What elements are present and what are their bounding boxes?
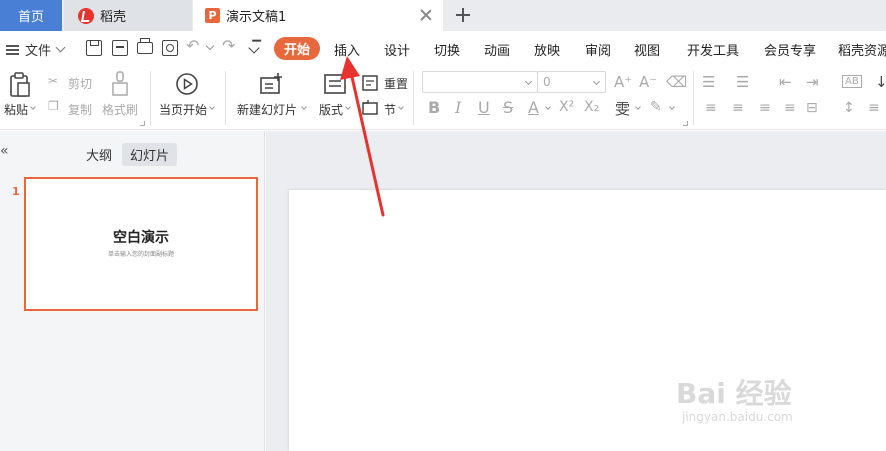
play-from-current-icon[interactable] <box>175 72 199 96</box>
print-preview-icon[interactable] <box>162 40 178 56</box>
hamburger-icon <box>6 44 19 55</box>
paste-label[interactable]: 粘贴 <box>4 101 28 118</box>
bold-icon[interactable]: B <box>428 98 440 117</box>
tab-member[interactable]: 会员专享 <box>764 40 816 59</box>
file-menu-label: 文件 <box>25 44 52 59</box>
font-color-dropdown-icon[interactable] <box>545 104 551 110</box>
new-slide-icon[interactable] <box>259 72 285 96</box>
from-current-dropdown-icon[interactable] <box>209 104 215 110</box>
increase-font-icon[interactable]: A⁺ <box>614 73 632 91</box>
tab-home-ribbon[interactable]: 开始 <box>274 37 321 60</box>
tab-slideshow[interactable]: 放映 <box>534 40 560 59</box>
copy-icon[interactable]: ❐ <box>48 99 59 113</box>
superscript-icon[interactable]: X² <box>559 99 574 115</box>
decrease-indent-icon[interactable]: ⇤ <box>779 73 792 91</box>
close-tab-icon[interactable] <box>419 8 433 22</box>
export-icon[interactable] <box>112 40 128 56</box>
tab-daoke[interactable]: 稻壳 <box>64 0 192 31</box>
thumbnail-title: 空白演示 <box>113 230 169 246</box>
tab-bar: 首页 稻壳 P 演示文稿1 <box>0 0 886 31</box>
font-size-value: 0 <box>543 75 551 89</box>
align-left-icon[interactable]: ≡ <box>705 100 717 116</box>
justify-icon[interactable]: ≡ <box>784 100 796 116</box>
sort-icon[interactable]: ↓ <box>875 73 886 91</box>
tab-view[interactable]: 视图 <box>634 40 660 59</box>
decrease-font-icon[interactable]: A⁻ <box>639 73 657 91</box>
undo-icon[interactable]: ↶ <box>186 36 208 55</box>
chevron-down-icon <box>55 42 66 53</box>
clipboard-group-expand-icon[interactable] <box>140 121 145 126</box>
save-icon[interactable] <box>86 40 102 56</box>
paste-dropdown-icon[interactable] <box>30 104 36 110</box>
cut-label[interactable]: 剪切 <box>68 75 92 92</box>
daoke-logo-icon <box>78 7 94 24</box>
watermark-logo: Bai 经验 <box>676 377 792 410</box>
highlight-icon[interactable]: ✎ <box>650 99 662 115</box>
ribbon: 粘贴 ✂ 剪切 ❐ 复制 格式刷 当页开始 新建幻灯片 版式 重置 节 0 A⁺… <box>0 67 886 130</box>
print-icon[interactable] <box>137 38 153 54</box>
tab-animation[interactable]: 动画 <box>484 40 510 59</box>
slides-tab[interactable]: 幻灯片 <box>122 143 178 166</box>
font-color-icon[interactable]: A <box>528 98 539 117</box>
increase-indent-icon[interactable]: ⇥ <box>806 73 819 91</box>
chevron-down-icon <box>524 77 533 86</box>
annotation-arrow-icon <box>340 56 385 217</box>
highlight-dropdown-icon[interactable] <box>669 104 675 110</box>
font-size-select[interactable]: 0 <box>537 71 606 93</box>
align-center-icon[interactable]: ≡ <box>732 100 744 116</box>
format-painter-label[interactable]: 格式刷 <box>102 101 138 118</box>
presentation-icon: P <box>205 8 220 23</box>
tab-daoke-resources[interactable]: 稻壳资源 <box>838 40 886 59</box>
phonetic-dropdown-icon[interactable] <box>635 104 641 110</box>
font-group-expand-icon[interactable] <box>683 121 688 126</box>
redo-icon[interactable]: ↷ <box>222 36 244 55</box>
underline-icon[interactable]: U <box>478 98 490 117</box>
italic-icon[interactable]: I <box>455 98 461 117</box>
from-current-label[interactable]: 当页开始 <box>159 101 207 118</box>
file-menu-button[interactable]: 文件 <box>6 40 66 59</box>
tab-review[interactable]: 审阅 <box>585 40 611 59</box>
subscript-icon[interactable]: X₂ <box>584 99 599 115</box>
menu-row: 文件 ↶ ↷ 开始 插入 设计 切换 动画 放映 审阅 视图 开发工具 会员专享… <box>0 31 886 67</box>
collapse-pane-icon[interactable]: « <box>0 143 9 159</box>
slide-thumbnail[interactable]: 空白演示 单击输入您的封面副标题 <box>24 177 258 311</box>
tab-document-label: 演示文稿1 <box>226 10 287 25</box>
paste-icon[interactable] <box>9 72 31 98</box>
watermark-url: jingyan.baidu.com <box>682 410 793 424</box>
tab-developer[interactable]: 开发工具 <box>687 40 739 59</box>
format-painter-icon[interactable] <box>110 71 130 97</box>
copy-label[interactable]: 复制 <box>68 101 92 118</box>
phonetic-guide-icon[interactable]: 雯 <box>615 98 630 119</box>
new-slide-label[interactable]: 新建幻灯片 <box>237 101 297 118</box>
tab-daoke-label: 稻壳 <box>100 10 127 25</box>
thumbnail-subtitle: 单击输入您的封面副标题 <box>107 251 174 258</box>
outline-tab[interactable]: 大纲 <box>78 143 120 166</box>
chevron-down-icon <box>592 77 601 86</box>
slide-pane: « 大纲 幻灯片 1 空白演示 单击输入您的封面副标题 <box>0 131 265 451</box>
new-tab-icon[interactable] <box>452 4 474 26</box>
ribbon-separator <box>150 71 151 125</box>
bullets-icon[interactable]: ☰ <box>702 73 715 91</box>
font-family-select[interactable] <box>422 71 538 93</box>
line-spacing-icon[interactable]: ↕ <box>843 100 855 116</box>
tab-transition[interactable]: 切换 <box>434 40 460 59</box>
text-direction-icon[interactable]: AB <box>842 75 862 88</box>
numbering-icon[interactable]: ☰ <box>736 73 749 91</box>
clear-format-icon[interactable]: ⌫ <box>666 73 687 91</box>
distribute-icon[interactable]: ⊟ <box>806 100 818 116</box>
align-right-icon[interactable]: ≡ <box>759 100 771 116</box>
paragraph-spacing-icon[interactable]: ≡ <box>868 100 880 116</box>
tab-document[interactable]: P 演示文稿1 <box>193 0 443 31</box>
quick-access-more-icon[interactable] <box>248 42 260 54</box>
ribbon-separator <box>225 71 226 125</box>
slide-number: 1 <box>12 185 20 198</box>
ribbon-separator <box>693 71 694 125</box>
tab-home[interactable]: 首页 <box>0 0 62 31</box>
strikethrough-icon[interactable]: S <box>503 98 513 117</box>
ribbon-separator <box>413 71 414 125</box>
new-slide-dropdown-icon[interactable] <box>301 104 307 110</box>
cut-icon[interactable]: ✂ <box>48 74 58 88</box>
